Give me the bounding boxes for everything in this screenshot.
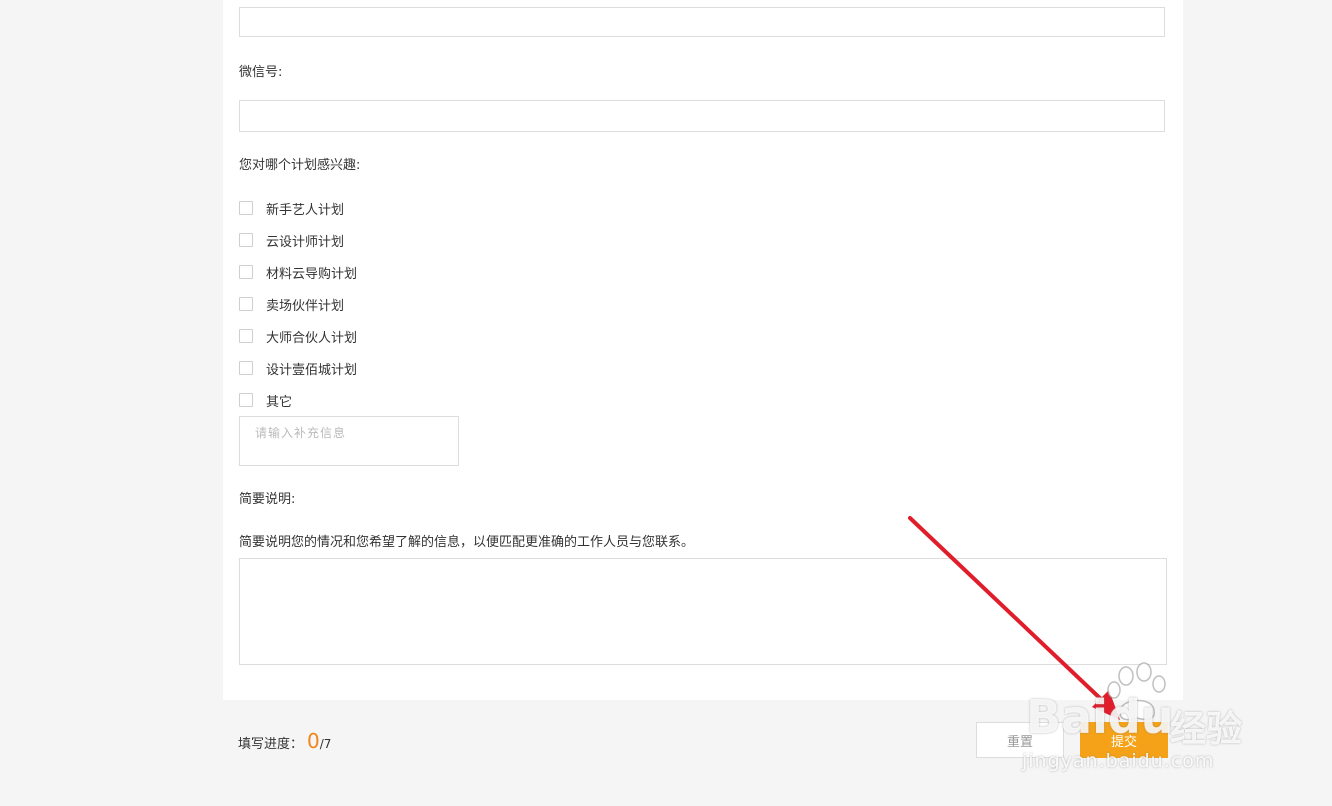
plan-option-label: 云设计师计划 [266, 234, 345, 250]
plan-option-master-partner[interactable]: 大师合伙人计划 [239, 327, 358, 346]
checkbox[interactable] [239, 297, 253, 311]
brief-hint: 简要说明您的情况和您希望了解的信息，以便匹配更准确的工作人员与您联系。 [239, 535, 695, 550]
brief-label: 简要说明: [239, 492, 296, 507]
supplement-input[interactable] [239, 416, 459, 466]
previous-field-input[interactable] [239, 7, 1165, 37]
progress-label: 填写进度： [238, 737, 304, 752]
progress-count: 0 [307, 729, 320, 753]
plan-option-material-guide[interactable]: 材料云导购计划 [239, 263, 358, 282]
plan-option-other[interactable]: 其它 [239, 391, 293, 410]
checkbox[interactable] [239, 233, 253, 247]
plan-option-label: 其它 [266, 394, 293, 410]
checkbox[interactable] [239, 329, 253, 343]
reset-button[interactable]: 重置 [976, 722, 1064, 758]
progress-total: /7 [319, 737, 332, 751]
wechat-label: 微信号: [239, 65, 283, 80]
interest-label: 您对哪个计划感兴趣: [239, 158, 361, 173]
plan-option-label: 设计壹佰城计划 [266, 362, 358, 378]
plan-option-cloud-designer[interactable]: 云设计师计划 [239, 231, 345, 250]
plan-option-novice-artist[interactable]: 新手艺人计划 [239, 199, 345, 218]
plan-option-design-city[interactable]: 设计壹佰城计划 [239, 359, 358, 378]
plan-option-store-partner[interactable]: 卖场伙伴计划 [239, 295, 345, 314]
wechat-input[interactable] [239, 100, 1165, 132]
plan-option-label: 材料云导购计划 [266, 266, 358, 282]
plan-option-label: 大师合伙人计划 [266, 330, 358, 346]
fill-progress: 填写进度： 0 /7 [238, 729, 331, 753]
brief-textarea[interactable] [239, 558, 1167, 665]
plan-option-label: 卖场伙伴计划 [266, 298, 345, 314]
submit-button[interactable]: 提交 [1080, 722, 1168, 758]
checkbox[interactable] [239, 393, 253, 407]
checkbox[interactable] [239, 361, 253, 375]
checkbox[interactable] [239, 265, 253, 279]
plan-option-label: 新手艺人计划 [266, 202, 345, 218]
watermark-product: 经验 [1170, 709, 1243, 750]
checkbox[interactable] [239, 201, 253, 215]
